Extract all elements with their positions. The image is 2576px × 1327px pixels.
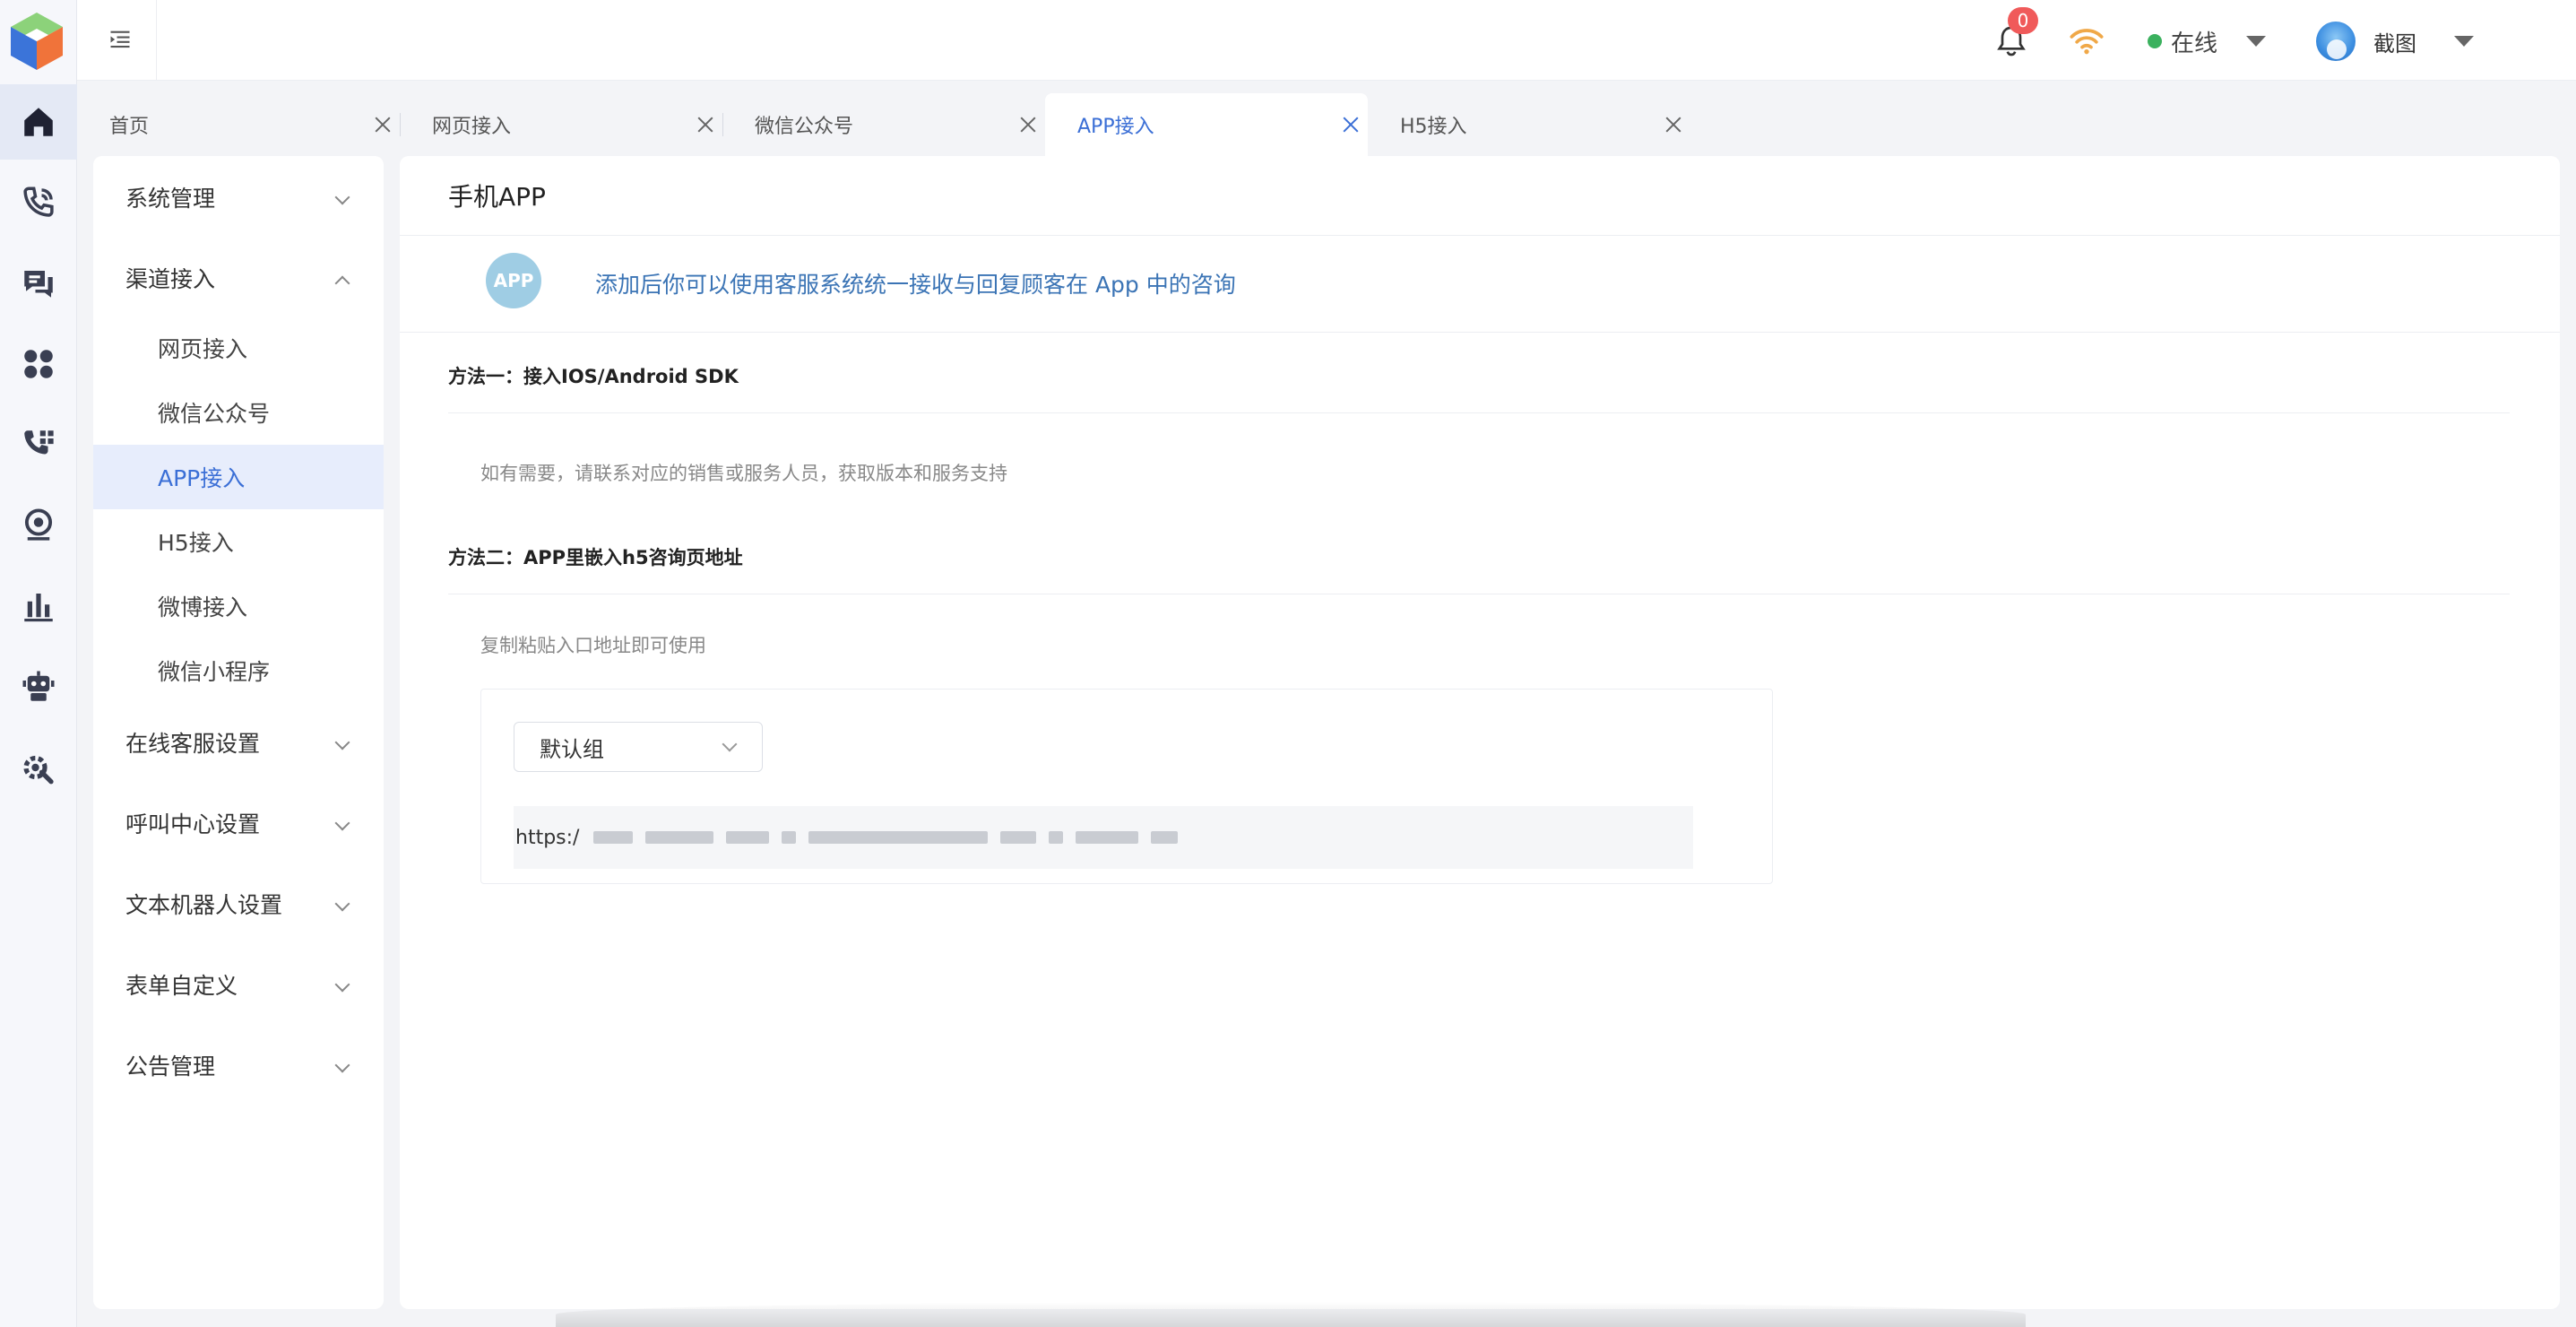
menu-group-label: 文本机器人设置 [125, 892, 283, 918]
nav-stats-icon[interactable] [0, 568, 77, 644]
title-divider [400, 235, 2560, 236]
chevron-down-icon [334, 976, 350, 993]
tab-close-icon[interactable] [373, 115, 393, 134]
menu-group-online-service[interactable]: 在线客服设置 [93, 710, 384, 775]
menu-group-text-robot[interactable]: 文本机器人设置 [93, 872, 384, 936]
nav-chat-icon[interactable] [0, 246, 77, 321]
menu-group-call-center[interactable]: 呼叫中心设置 [93, 791, 384, 855]
secondary-menu: 系统管理 渠道接入 网页接入 微信公众号 APP接入 H5接入 微博接入 微信小… [93, 156, 384, 1309]
menu-group-form-custom[interactable]: 表单自定义 [93, 952, 384, 1017]
nav-monitor-icon[interactable] [0, 488, 77, 563]
h5-url-panel: 默认组 https:/ [480, 689, 1773, 884]
user-avatar [2316, 22, 2356, 61]
nav-apps-icon[interactable] [0, 326, 77, 402]
chevron-down-icon [334, 189, 350, 205]
main-content: 手机APP APP 添加后你可以使用客服系统统一接收与回复顾客在 App 中的咨… [400, 156, 2560, 1309]
chevron-down-icon [334, 815, 350, 831]
menu-item-label: 微信公众号 [158, 401, 271, 427]
method-two-hint: 复制粘贴入口地址即可使用 [480, 635, 706, 656]
tab-h5-access[interactable]: H5接入 [1368, 93, 1690, 156]
topbar-divider [156, 0, 157, 81]
user-caret-icon [2454, 36, 2474, 47]
tab-label: 首页 [109, 116, 150, 138]
tab-close-icon[interactable] [1018, 115, 1038, 134]
network-signal-icon [2067, 23, 2106, 59]
intro-text: 添加后你可以使用客服系统统一接收与回复顾客在 App 中的咨询 [595, 272, 1236, 298]
bottom-shadow [556, 1302, 2026, 1327]
online-status-dropdown[interactable]: 在线 [2148, 23, 2267, 59]
menu-group-label: 表单自定义 [125, 973, 238, 999]
menu-item-web-access[interactable]: 网页接入 [93, 316, 384, 380]
page-tabs: 首页 网页接入 微信公众号 APP接入 H5接入 [77, 93, 2576, 156]
intro-divider [400, 332, 2560, 333]
status-caret-icon [2246, 36, 2267, 47]
app-badge-icon: APP [486, 253, 541, 308]
menu-item-wechat-miniprogram[interactable]: 微信小程序 [93, 638, 384, 703]
tab-label: APP接入 [1077, 116, 1154, 138]
menu-collapse-icon[interactable] [102, 22, 138, 57]
menu-item-label: 微信小程序 [158, 659, 271, 685]
menu-group-label: 系统管理 [125, 186, 216, 212]
tab-home[interactable]: 首页 [77, 93, 401, 156]
menu-group-channel[interactable]: 渠道接入 [93, 246, 384, 310]
icon-rail [0, 0, 77, 1327]
method-one-title: 方法一：接入IOS/Android SDK [448, 366, 739, 387]
notification-count-badge: 0 [2008, 7, 2038, 34]
app-logo-icon [7, 9, 66, 72]
tab-close-icon[interactable] [696, 115, 715, 134]
tab-label: 微信公众号 [755, 116, 854, 138]
menu-item-label: APP接入 [158, 465, 246, 491]
tab-label: H5接入 [1400, 116, 1467, 138]
menu-item-h5-access[interactable]: H5接入 [93, 509, 384, 574]
nav-settings-icon[interactable] [0, 730, 77, 805]
menu-item-app-access[interactable]: APP接入 [93, 445, 384, 509]
chevron-down-icon [334, 1057, 350, 1073]
menu-group-label: 在线客服设置 [125, 731, 261, 757]
tab-close-icon[interactable] [1341, 115, 1361, 134]
h5-url-redacted [593, 831, 1179, 844]
nav-home-icon[interactable] [0, 84, 77, 160]
tab-label: 网页接入 [432, 116, 512, 138]
online-status-label: 在线 [2171, 30, 2218, 57]
menu-item-wechat-official[interactable]: 微信公众号 [93, 380, 384, 445]
page-title: 手机APP [448, 182, 546, 212]
nav-robot-icon[interactable] [0, 649, 77, 724]
chevron-down-icon [334, 734, 350, 750]
tab-wechat-official[interactable]: 微信公众号 [722, 93, 1045, 156]
menu-item-label: H5接入 [158, 530, 234, 556]
method-one-hint: 如有需要，请联系对应的销售或服务人员，获取版本和服务支持 [480, 463, 1007, 484]
menu-group-label: 呼叫中心设置 [125, 811, 261, 837]
group-select[interactable]: 默认组 [514, 722, 763, 772]
online-status-dot [2148, 34, 2162, 48]
menu-group-announcement[interactable]: 公告管理 [93, 1033, 384, 1097]
menu-item-label: 网页接入 [158, 336, 248, 362]
tab-web-access[interactable]: 网页接入 [400, 93, 723, 156]
tab-close-icon[interactable] [1664, 115, 1683, 134]
h5-url-prefix: https:/ [515, 826, 580, 849]
user-name-label: 截图 [2373, 30, 2416, 56]
method-two-title: 方法二：APP里嵌入h5咨询页地址 [448, 547, 743, 568]
chevron-down-icon [722, 736, 738, 752]
nav-phone-icon[interactable] [0, 165, 77, 240]
tab-app-access[interactable]: APP接入 [1045, 93, 1368, 156]
nav-call-center-icon[interactable] [0, 407, 77, 482]
user-menu[interactable]: 截图 [2316, 22, 2474, 61]
group-select-value: 默认组 [540, 736, 604, 762]
menu-group-label: 公告管理 [125, 1054, 216, 1080]
menu-group-label: 渠道接入 [125, 266, 216, 292]
chevron-up-icon [334, 275, 350, 291]
method-one-divider [448, 412, 2510, 413]
h5-url-field[interactable]: https:/ [514, 806, 1693, 869]
chevron-down-icon [334, 896, 350, 912]
menu-group-system[interactable]: 系统管理 [93, 165, 384, 230]
menu-item-weibo-access[interactable]: 微博接入 [93, 574, 384, 638]
menu-item-label: 微博接入 [158, 594, 248, 620]
